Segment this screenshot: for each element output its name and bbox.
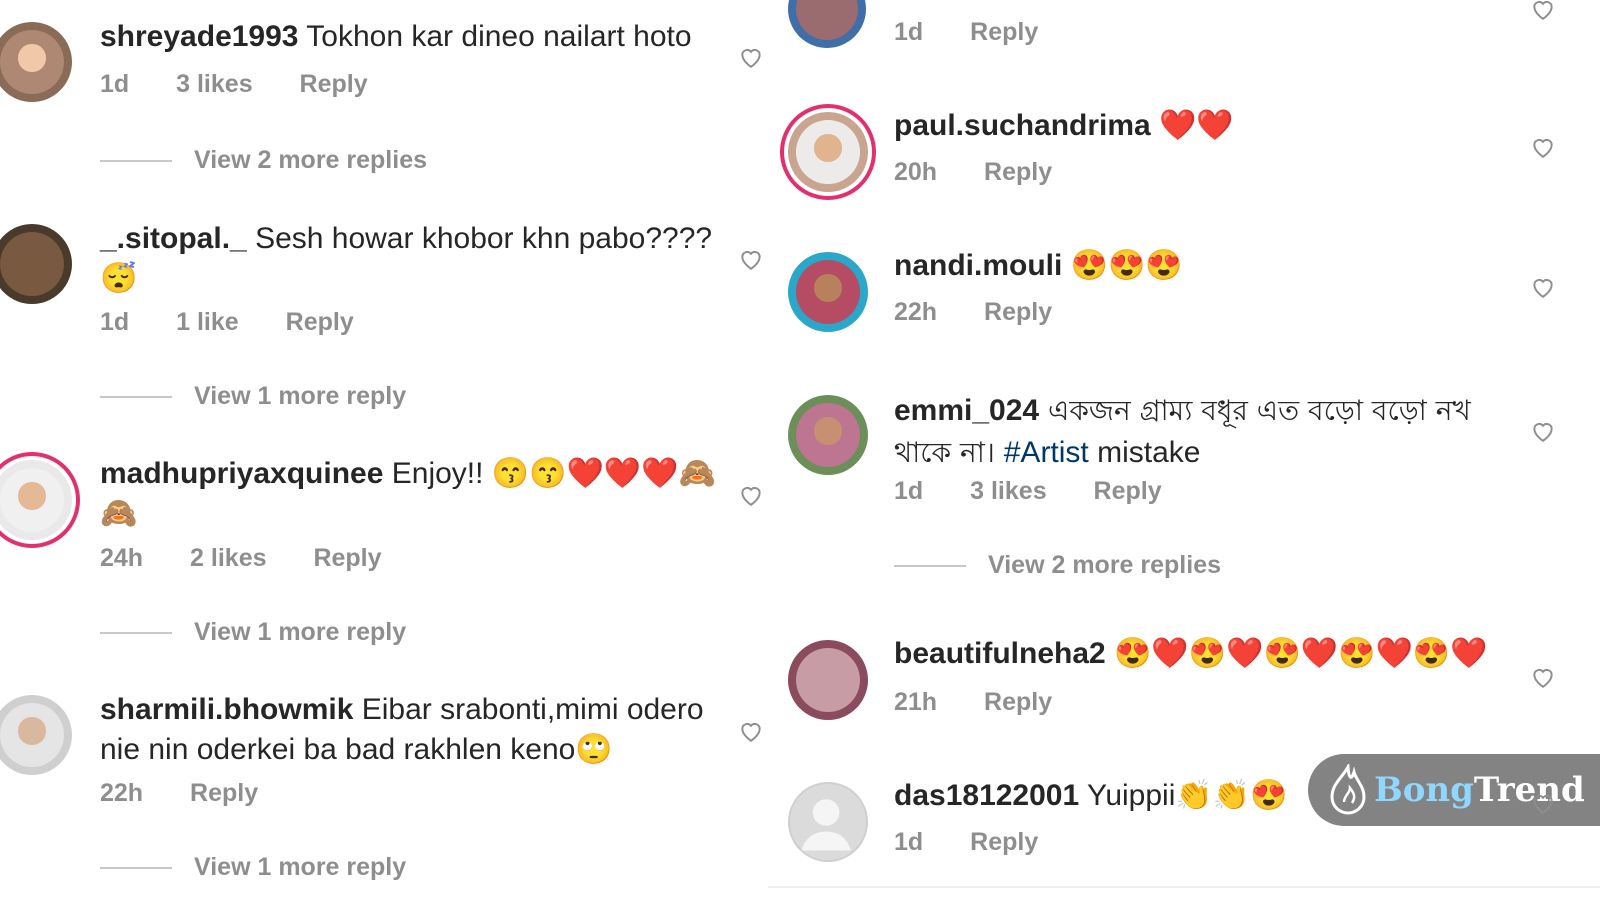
reply-button[interactable]: Reply: [190, 779, 258, 808]
comment-meta: 1d Reply: [894, 18, 1078, 47]
comment-username[interactable]: nandi.mouli: [894, 249, 1062, 282]
comment-body: beautifulneha2 😍❤️😍❤️😍❤️😍❤️😍❤️: [894, 634, 1534, 674]
comment-text: Yuippii👏👏😍: [1086, 779, 1288, 812]
heart-outline-icon[interactable]: [738, 718, 764, 744]
hashtag-link[interactable]: #Artist: [1004, 436, 1089, 469]
comment-meta: 1d 3 likes Reply: [100, 70, 408, 99]
heart-outline-icon[interactable]: [738, 246, 764, 272]
comment-time: 22h: [894, 298, 938, 326]
heart-outline-icon[interactable]: [738, 44, 764, 70]
heart-outline-icon[interactable]: [1530, 418, 1556, 444]
comment-username[interactable]: paul.suchandrima: [894, 109, 1151, 142]
comment-body: _.sitopal._ Sesh howar khobor khn pabo??…: [100, 219, 720, 299]
comment-time: 24h: [100, 544, 144, 572]
comment-username[interactable]: shreyade1993: [100, 20, 299, 53]
comment-time: 22h: [100, 779, 144, 807]
divider: [100, 160, 172, 163]
avatar[interactable]: [0, 452, 80, 548]
comment-likes[interactable]: 1 like: [176, 308, 239, 337]
avatar[interactable]: [0, 695, 72, 775]
heart-outline-icon[interactable]: [1530, 664, 1556, 690]
comment-time: 21h: [894, 688, 938, 716]
comment-username[interactable]: das18122001: [894, 779, 1079, 812]
comment-body: madhupriyaxquinee Enjoy!! 😙😙❤️❤️❤️🙈🙈: [100, 454, 720, 534]
comment-meta: 1d Reply: [894, 828, 1078, 857]
view-more-replies[interactable]: View 1 more reply: [100, 853, 406, 882]
comment-meta: 21h Reply: [894, 688, 1092, 717]
comment-time: 1d: [100, 308, 130, 336]
comment-time: 1d: [894, 828, 924, 856]
heart-outline-icon[interactable]: [738, 482, 764, 508]
view-more-replies[interactable]: View 1 more reply: [100, 618, 406, 647]
comment-username[interactable]: _.sitopal._: [100, 222, 247, 255]
comment-body: nandi.mouli 😍😍😍: [894, 246, 1534, 286]
avatar[interactable]: [788, 640, 868, 720]
watermark-text-part: Bong: [1374, 770, 1474, 810]
avatar[interactable]: [788, 395, 868, 475]
reply-button[interactable]: Reply: [984, 688, 1052, 717]
comment-text: ❤️❤️: [1159, 109, 1234, 142]
view-more-label[interactable]: View 2 more replies: [194, 146, 427, 174]
comment-likes[interactable]: 3 likes: [970, 477, 1046, 506]
view-more-replies[interactable]: View 2 more replies: [894, 551, 1221, 580]
watermark-logo: BongTrend: [1308, 754, 1600, 826]
reply-button[interactable]: Reply: [970, 18, 1038, 47]
reply-button[interactable]: Reply: [300, 70, 368, 99]
view-more-replies[interactable]: View 2 more replies: [100, 146, 427, 175]
reply-button[interactable]: Reply: [984, 298, 1052, 327]
avatar[interactable]: [0, 22, 72, 102]
comment-text: Tokhon kar dineo nailart hoto: [306, 20, 692, 53]
comment-time: 1d: [894, 477, 924, 505]
comment-username[interactable]: sharmili.bhowmik: [100, 693, 353, 726]
heart-outline-icon[interactable]: [1530, 0, 1556, 22]
avatar[interactable]: [780, 104, 876, 200]
comment-meta: 1d 1 like Reply: [100, 308, 394, 337]
flame-logo-icon: [1330, 764, 1366, 815]
comment-time: 20h: [894, 158, 938, 186]
view-more-label[interactable]: View 1 more reply: [194, 853, 406, 881]
comment-text: 😍😍😍: [1070, 249, 1183, 282]
reply-button[interactable]: Reply: [984, 158, 1052, 187]
comment-text: 😍❤️😍❤️😍❤️😍❤️😍❤️: [1114, 637, 1488, 670]
comment-meta: 22h Reply: [100, 779, 298, 808]
divider: [100, 867, 172, 870]
view-more-replies[interactable]: View 1 more reply: [100, 382, 406, 411]
comment-username[interactable]: emmi_024: [894, 394, 1039, 427]
avatar[interactable]: [788, 0, 866, 48]
comment-body: paul.suchandrima ❤️❤️: [894, 106, 1534, 146]
divider: [768, 886, 1600, 888]
reply-button[interactable]: Reply: [970, 828, 1038, 857]
divider: [894, 565, 966, 568]
comment-time: 1d: [100, 70, 130, 98]
reply-button[interactable]: Reply: [313, 544, 381, 573]
comment-likes[interactable]: 3 likes: [176, 70, 252, 99]
avatar[interactable]: [788, 252, 868, 332]
avatar[interactable]: [0, 224, 72, 304]
comment-likes[interactable]: 2 likes: [190, 544, 266, 573]
left-comment-panel: shreyade1993 Tokhon kar dineo nailart ho…: [0, 0, 768, 900]
divider: [100, 396, 172, 399]
person-silhouette-icon: [801, 799, 851, 851]
comment-body: emmi_024 একজন গ্রাম্য বধূর এত বড়ো বড়ো …: [894, 390, 1504, 474]
comment-time: 1d: [894, 18, 924, 46]
reply-button[interactable]: Reply: [286, 308, 354, 337]
comment-username[interactable]: beautifulneha2: [894, 637, 1106, 670]
reply-button[interactable]: Reply: [1094, 477, 1162, 506]
heart-outline-icon[interactable]: [1530, 790, 1556, 816]
divider: [100, 632, 172, 635]
comment-body: shreyade1993 Tokhon kar dineo nailart ho…: [100, 17, 720, 57]
comment-meta: 20h Reply: [894, 158, 1092, 187]
comment-meta: 24h 2 likes Reply: [100, 544, 422, 573]
comment-meta: 1d 3 likes Reply: [894, 477, 1202, 506]
avatar[interactable]: [788, 782, 868, 862]
comment-username[interactable]: madhupriyaxquinee: [100, 457, 383, 490]
heart-outline-icon[interactable]: [1530, 274, 1556, 300]
comment-meta: 22h Reply: [894, 298, 1092, 327]
comment-text: mistake: [1088, 436, 1201, 469]
view-more-label[interactable]: View 1 more reply: [194, 618, 406, 646]
comment-body: sharmili.bhowmik Eibar srabonti,mimi ode…: [100, 690, 720, 770]
view-more-label[interactable]: View 2 more replies: [988, 551, 1221, 579]
view-more-label[interactable]: View 1 more reply: [194, 382, 406, 410]
heart-outline-icon[interactable]: [1530, 134, 1556, 160]
